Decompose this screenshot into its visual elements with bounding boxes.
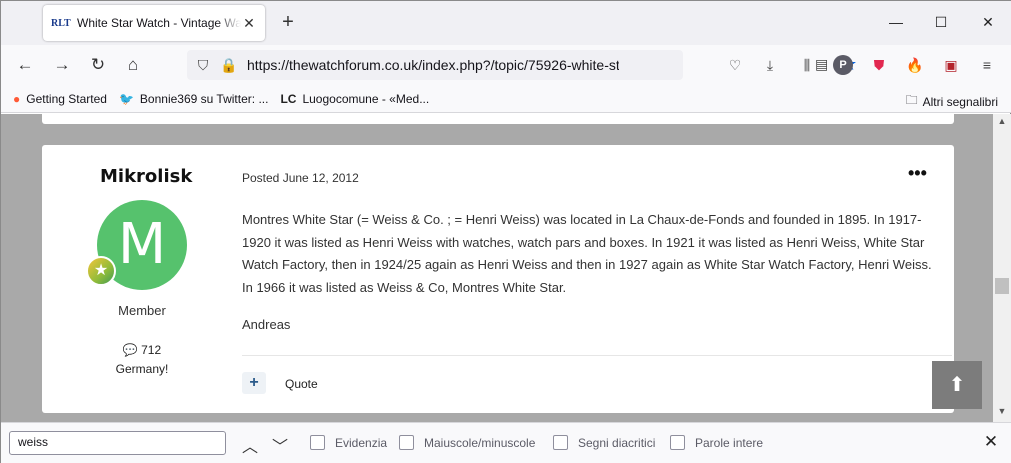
multiquote-plus-button[interactable]: +: [242, 372, 266, 394]
tab-active[interactable]: RLT White Star Watch - Vintage Watch Dis…: [43, 5, 265, 41]
scrollbar-thumb[interactable]: [995, 278, 1009, 294]
highlight-checkbox[interactable]: [310, 435, 325, 450]
tab-strip: RLT White Star Watch - Vintage Watch Dis…: [1, 1, 1011, 45]
bookmark-twitter[interactable]: 🐦 Bonnie369 su Twitter: ...: [119, 92, 268, 106]
back-button[interactable]: ←: [13, 53, 37, 77]
profile-icon[interactable]: P: [833, 55, 853, 75]
scroll-down-icon[interactable]: ▼: [993, 406, 1011, 420]
site-favicon-icon: RLT: [51, 17, 71, 29]
option-highlight[interactable]: Evidenzia: [310, 435, 387, 450]
forward-button[interactable]: →: [50, 53, 74, 77]
close-window-button[interactable]: ✕: [973, 9, 1003, 35]
extension-fire-icon[interactable]: 🔥: [905, 55, 925, 75]
home-button[interactable]: ⌂: [121, 53, 145, 77]
new-tab-button[interactable]: +: [277, 11, 299, 33]
find-next-chevron-down-icon[interactable]: ﹀: [269, 433, 291, 456]
find-bar: weiss ︿ ﹀ Evidenzia Maiuscole/minuscole …: [1, 422, 1011, 463]
bookmarks-bar: ● Getting Started 🐦 Bonnie369 su Twitter…: [1, 85, 1011, 113]
close-tab-icon[interactable]: ✕: [241, 15, 257, 32]
pocket-icon[interactable]: ♡: [725, 55, 745, 75]
post-count: 💬 712: [82, 343, 202, 357]
divider: [242, 355, 952, 356]
quote-button[interactable]: Quote: [285, 377, 318, 391]
diacritics-checkbox[interactable]: [553, 435, 568, 450]
url-text[interactable]: https://thewatchforum.co.uk/index.php?/t…: [247, 57, 619, 73]
bookmark-label: Getting Started: [26, 91, 107, 106]
match-case-label: Maiuscole/minuscole: [424, 435, 536, 450]
previous-post-card: [42, 114, 954, 124]
bookmark-label: Luogocomune - «Med...: [302, 91, 430, 106]
option-diacritics[interactable]: Segni diacritici: [553, 435, 655, 450]
page-content: Mikrolisk M ★ Member 💬 712 Germany! Post…: [1, 114, 993, 422]
post-menu-icon[interactable]: •••: [908, 163, 927, 184]
firefox-icon: ●: [13, 91, 21, 106]
match-case-checkbox[interactable]: [399, 435, 414, 450]
post-card: Mikrolisk M ★ Member 💬 712 Germany! Post…: [42, 145, 954, 413]
downloads-icon[interactable]: ⤓: [760, 55, 780, 75]
tab-title: White Star Watch - Vintage Watch Discuss…: [77, 16, 241, 30]
scroll-to-top-arrow-icon[interactable]: ⬆: [932, 361, 982, 409]
comment-icon: 💬: [122, 343, 138, 357]
twitter-icon: 🐦: [118, 91, 134, 106]
whole-words-label: Parole intere: [695, 435, 764, 450]
menu-icon[interactable]: ≡: [977, 55, 997, 75]
lock-icon[interactable]: 🔒: [219, 57, 239, 74]
maximize-button[interactable]: ☐: [926, 9, 956, 35]
lc-icon: LC: [280, 91, 297, 106]
diacritics-label: Segni diacritici: [578, 435, 656, 450]
scrollbar[interactable]: ▲ ▼: [993, 114, 1011, 422]
other-bookmarks-label: Altri segnalibri: [922, 94, 998, 109]
find-input[interactable]: weiss: [9, 431, 226, 455]
browser-window: RLT White Star Watch - Vintage Watch Dis…: [0, 0, 1011, 463]
highlight-label: Evidenzia: [335, 435, 388, 450]
posted-date[interactable]: Posted June 12, 2012: [242, 171, 359, 185]
author-location: Germany!: [115, 362, 169, 376]
option-whole-words[interactable]: Parole intere: [670, 435, 763, 450]
bookmark-getting-started[interactable]: ● Getting Started: [13, 92, 107, 106]
library-icon[interactable]: ⫼: [797, 55, 817, 75]
find-previous-chevron-up-icon[interactable]: ︿: [239, 433, 261, 456]
ublock-icon[interactable]: ⛊: [869, 55, 889, 75]
navigation-bar: ← → ↻ ⌂ ⛉ 🔒 https://thewatchforum.co.uk/…: [1, 45, 1011, 85]
scroll-up-icon[interactable]: ▲: [993, 116, 1011, 130]
bookmark-label: Bonnie369 su Twitter: ...: [139, 91, 269, 106]
minimize-button[interactable]: —: [881, 9, 911, 35]
bookmark-luogocomune[interactable]: LC Luogocomune - «Med...: [280, 92, 429, 106]
post-body: Montres White Star (= Weiss & Co. ; = He…: [242, 212, 932, 295]
option-match-case[interactable]: Maiuscole/minuscole: [399, 435, 535, 450]
close-find-bar-icon[interactable]: ✕: [981, 432, 1001, 452]
extension-lock-icon[interactable]: ▣: [941, 55, 961, 75]
whole-words-checkbox[interactable]: [670, 435, 685, 450]
rank-badge-star-icon: ★: [86, 256, 116, 286]
post-signature: Andreas: [242, 317, 291, 332]
other-bookmarks[interactable]: 🗀 Altri segnalibri: [906, 91, 998, 112]
reload-button[interactable]: ↻: [86, 53, 110, 77]
member-role: Member: [118, 303, 166, 318]
post-count-value: 712: [141, 343, 162, 357]
address-bar[interactable]: ⛉ 🔒 https://thewatchforum.co.uk/index.ph…: [187, 50, 857, 80]
folder-icon: 🗀: [905, 93, 918, 107]
author-name[interactable]: Mikrolisk: [100, 166, 192, 187]
shield-icon[interactable]: ⛉: [193, 57, 213, 74]
